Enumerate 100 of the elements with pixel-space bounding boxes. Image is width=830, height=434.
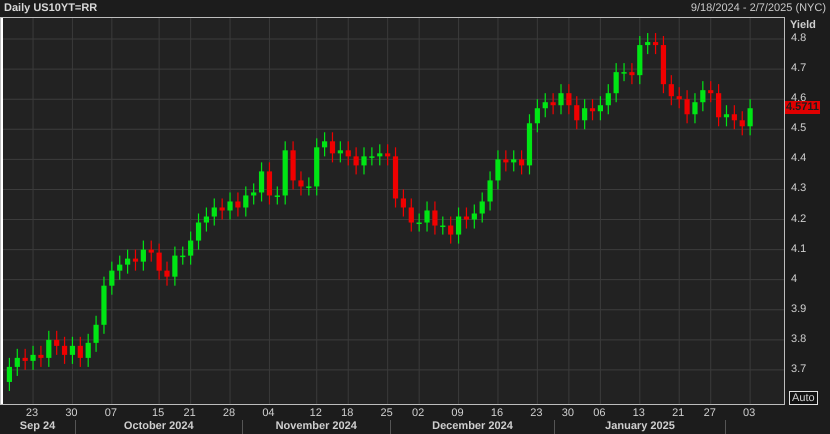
candlestick xyxy=(251,183,256,204)
axis-label: 30 xyxy=(560,407,575,419)
axis-label: 4.4 xyxy=(791,152,806,164)
axis-label: 09 xyxy=(450,407,465,419)
candlestick xyxy=(290,141,296,190)
candlestick xyxy=(740,111,745,136)
axis-label: 3.7 xyxy=(791,362,806,375)
axis-label: 04 xyxy=(261,407,276,419)
candlestick xyxy=(416,214,422,232)
candlestick xyxy=(748,99,753,136)
axis-label: 23 xyxy=(529,407,544,419)
candlestick xyxy=(266,162,272,204)
candlestick xyxy=(54,330,60,355)
candlestick xyxy=(227,192,233,220)
candlestick xyxy=(369,147,374,166)
axis-label: 13 xyxy=(632,407,646,419)
candlestick xyxy=(172,246,178,286)
candlestick xyxy=(62,336,68,364)
candlestick xyxy=(70,336,76,364)
candlestick xyxy=(140,240,146,271)
candlestick xyxy=(724,105,730,126)
candlestick xyxy=(86,334,91,367)
axis-label: 4.7 xyxy=(791,62,806,74)
candlestick xyxy=(338,141,343,162)
auto-button[interactable]: Auto xyxy=(789,391,818,405)
candlestick xyxy=(464,208,470,229)
candlestick xyxy=(235,192,241,216)
candlestick xyxy=(700,81,706,112)
candlestick xyxy=(212,198,217,226)
axis-label: 03 xyxy=(742,407,756,419)
candlestick xyxy=(30,346,36,370)
candlestick xyxy=(346,141,351,166)
candlestick xyxy=(148,240,154,262)
candlestick xyxy=(432,201,438,235)
month-label: November 2024 xyxy=(276,420,357,434)
candlestick xyxy=(590,99,596,120)
chart-title: Daily US10YT=RR xyxy=(4,1,98,16)
candlestick xyxy=(204,208,209,232)
candlestick xyxy=(258,162,264,202)
candlestick xyxy=(472,204,477,229)
candlestick xyxy=(652,33,658,54)
axis-label: 23 xyxy=(24,407,40,419)
axis-label: 27 xyxy=(702,407,717,419)
month-label: Sep 24 xyxy=(20,420,56,434)
candlestick xyxy=(180,246,186,265)
candlestick xyxy=(156,244,162,280)
candlestick xyxy=(46,330,52,367)
axis-title: Yield xyxy=(790,18,816,33)
candlestick xyxy=(424,201,430,232)
candlestick xyxy=(6,358,12,391)
candlestick xyxy=(306,177,312,196)
candlestick xyxy=(566,84,572,114)
candlestick xyxy=(716,84,722,126)
axis-label: 25 xyxy=(380,407,394,419)
axis-label: 06 xyxy=(592,407,607,419)
candlestick xyxy=(93,316,99,352)
candlestick xyxy=(408,198,414,232)
candlestick xyxy=(330,132,336,162)
candlestick xyxy=(487,171,493,210)
candlestick xyxy=(637,36,642,84)
candlestick xyxy=(534,99,540,132)
candlestick xyxy=(314,138,320,196)
candlestick xyxy=(14,348,20,376)
candlestick xyxy=(574,96,580,130)
candlestick xyxy=(503,150,508,172)
candlestick xyxy=(519,150,524,174)
axis-label: 4 xyxy=(791,272,798,285)
candlestick xyxy=(117,256,122,280)
candlestick xyxy=(684,90,690,124)
axis-label: 4.8 xyxy=(791,32,806,44)
candlestick xyxy=(448,216,454,244)
axis-label: 21 xyxy=(182,407,197,419)
axis-label: 4.5 xyxy=(791,122,806,134)
axis-label: 02 xyxy=(411,407,426,419)
date-range: 9/18/2024 - 2/7/2025 (NYC) xyxy=(690,1,826,16)
candlestick xyxy=(220,198,225,220)
candlestick xyxy=(440,216,446,235)
axis-label: 3.8 xyxy=(791,332,806,345)
candlestick xyxy=(708,81,714,102)
candlestick xyxy=(511,150,516,172)
candlestick xyxy=(361,147,367,174)
candlestick xyxy=(274,186,280,204)
month-label: December 2024 xyxy=(432,420,513,434)
axis-label: 07 xyxy=(104,407,118,419)
candlestick xyxy=(558,84,564,114)
candlestick xyxy=(692,93,698,124)
candlestick xyxy=(109,262,114,295)
candlestick xyxy=(322,132,328,156)
candlestick xyxy=(495,150,501,190)
candlestick xyxy=(282,141,288,204)
axis-label: 3.9 xyxy=(791,302,806,315)
candlestick xyxy=(676,87,682,108)
axis-label: 18 xyxy=(340,407,354,419)
candlestick xyxy=(542,93,548,118)
candlestick xyxy=(550,93,556,114)
axis-label: 4.1 xyxy=(791,242,806,255)
axis-label: 4.3 xyxy=(791,182,806,194)
candlestick xyxy=(621,63,627,82)
candlestick xyxy=(614,63,619,102)
candlestick xyxy=(354,147,359,174)
